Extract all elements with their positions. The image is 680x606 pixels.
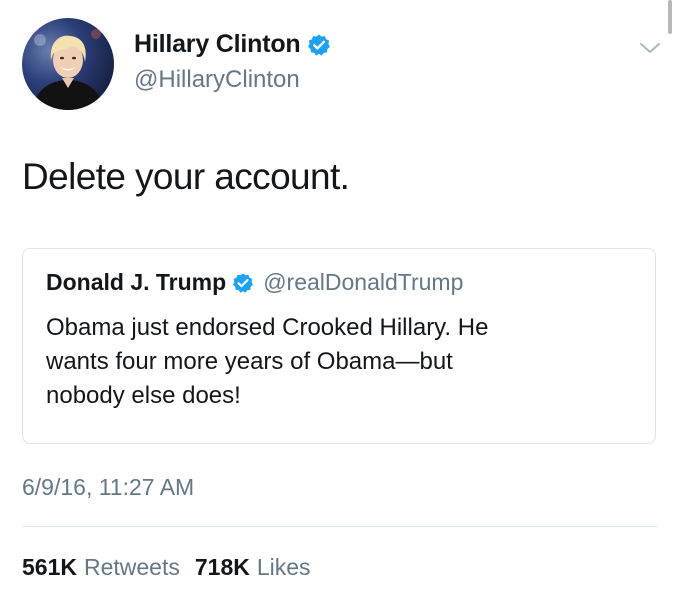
verified-badge-icon (232, 272, 254, 294)
quoted-author-handle: @realDonaldTrump (263, 269, 464, 295)
quoted-tweet-line: wants four more years of Obama—but (46, 348, 453, 375)
tweet-text: Delete your account. (22, 156, 350, 197)
retweets-stat[interactable]: 561K Retweets (22, 554, 180, 581)
tweet: Hillary Clinton @HillaryClinton Delete y… (0, 0, 680, 606)
avatar[interactable] (22, 18, 114, 110)
quoted-tweet-header: Donald J. Trump @realDonaldTrump (46, 269, 463, 296)
likes-count: 718K (194, 554, 250, 580)
quoted-tweet-line: Obama just endorsed Crooked Hillary. He (46, 314, 489, 341)
verified-badge-icon (307, 33, 331, 57)
tweet-timestamp[interactable]: 6/9/16, 11:27 AM (22, 474, 194, 501)
quoted-tweet-text: Obama just endorsed Crooked Hillary. He … (46, 311, 636, 413)
quoted-author-name: Donald J. Trump (46, 269, 227, 295)
likes-label: Likes (256, 554, 311, 580)
author-name[interactable]: Hillary Clinton (134, 30, 301, 59)
hillary-clinton-avatar-icon (22, 18, 114, 110)
divider (22, 526, 658, 527)
author-name-row[interactable]: Hillary Clinton (134, 30, 331, 59)
retweets-count: 561K (22, 554, 77, 580)
retweets-label: Retweets (83, 554, 180, 580)
tweet-stats: 561K Retweets 718K Likes (22, 554, 311, 581)
scrollbar-thumb[interactable] (668, 0, 672, 34)
likes-stat[interactable]: 718K Likes (195, 554, 311, 581)
quoted-tweet-card[interactable]: Donald J. Trump @realDonaldTrump Obama j… (22, 248, 656, 444)
quoted-tweet-line: nobody else does! (46, 382, 241, 409)
chevron-down-icon[interactable] (638, 36, 662, 60)
author-handle[interactable]: @HillaryClinton (134, 66, 300, 94)
